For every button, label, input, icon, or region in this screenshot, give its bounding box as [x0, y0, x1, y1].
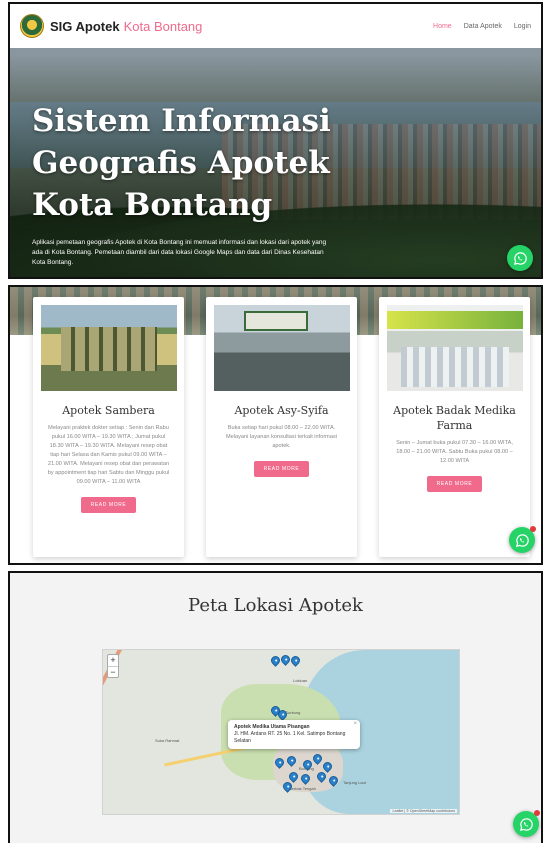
apotek-photo	[40, 305, 177, 391]
whatsapp-icon	[513, 251, 527, 265]
leaflet-map[interactable]: + − Loktuan Guntung Suka Rahmat Bontang …	[102, 649, 460, 815]
brand-name: SIG Apotek	[50, 18, 120, 34]
hero-panel: SIG Apotek Kota Bontang Home Data Apotek …	[8, 2, 543, 279]
apotek-card-sambera: Apotek Sambera Melayani praktek dokter s…	[33, 297, 184, 557]
whatsapp-icon	[515, 533, 529, 547]
map-label: Tanjung Laut	[343, 780, 366, 785]
brand-logo[interactable]: SIG Apotek Kota Bontang	[50, 19, 202, 34]
card-description: Melayani praktek dokter setiap : Senin d…	[47, 425, 170, 485]
apotek-cards-panel: Apotek Sambera Melayani praktek dokter s…	[8, 285, 543, 565]
card-description: Buka setiap hari pukul 08.00 – 22.00 WIT…	[226, 425, 337, 449]
popup-close-button[interactable]: ×	[353, 721, 357, 728]
map-panel: Peta Lokasi Apotek + − Loktuan Guntung S…	[8, 571, 543, 843]
map-label: Berbas Tengah	[289, 786, 316, 791]
card-title: Apotek Sambera	[62, 404, 155, 417]
map-zoom-control: + −	[107, 654, 119, 678]
card-title: Apotek Badak Medika Farma	[393, 404, 516, 432]
section-title: Peta Lokasi Apotek	[188, 595, 363, 616]
whatsapp-button[interactable]	[509, 526, 536, 553]
card-description: Senin – Jumat buka pukul 07.30 – 16.00 W…	[396, 440, 513, 464]
nav-login[interactable]: Login	[514, 23, 531, 30]
map-label: Loktuan	[293, 678, 308, 683]
brand-accent: Kota Bontang	[123, 18, 203, 34]
city-emblem-logo[interactable]	[20, 14, 44, 38]
apotek-photo	[213, 305, 350, 391]
read-more-button[interactable]: READ MORE	[80, 497, 137, 513]
map-attribution[interactable]: Leaflet | © OpenStreetMap contributors	[390, 809, 457, 813]
apotek-photo	[386, 305, 523, 391]
marker-popup: × Apotek Medika Utama Pisangan Jl. HM. A…	[228, 720, 360, 749]
popup-apotek-name: Apotek Medika Utama Pisangan	[234, 724, 310, 730]
navbar: SIG Apotek Kota Bontang Home Data Apotek …	[10, 4, 541, 48]
whatsapp-button[interactable]	[507, 245, 533, 271]
read-more-button[interactable]: READ MORE	[426, 476, 483, 492]
apotek-card-asy-syifa: Apotek Asy-Syifa Buka setiap hari pukul …	[206, 297, 357, 557]
hero-description: Aplikasi pemetaan geografis Apotek di Ko…	[32, 239, 327, 266]
zoom-in-button[interactable]: +	[108, 655, 118, 666]
zoom-out-button[interactable]: −	[108, 666, 118, 677]
apotek-marker[interactable]	[289, 654, 302, 667]
apotek-card-badak-medika-farma: Apotek Badak Medika Farma Senin – Jumat …	[379, 297, 530, 557]
notification-dot	[534, 810, 540, 816]
nav-links: Home Data Apotek Login	[433, 23, 531, 30]
read-more-button[interactable]: READ MORE	[253, 461, 310, 477]
whatsapp-button[interactable]	[513, 810, 540, 837]
hero-title: Sistem Informasi Geografis Apotek Kota B…	[32, 103, 331, 223]
card-title: Apotek Asy-Syifa	[234, 404, 329, 417]
nav-home[interactable]: Home	[433, 23, 452, 30]
nav-data-apotek[interactable]: Data Apotek	[464, 23, 502, 30]
popup-address: Jl. HM. Ardans RT. 25 No. 1 Kel. Satimpo…	[234, 731, 346, 744]
notification-dot	[530, 526, 536, 532]
map-label: Suka Rahmat	[155, 738, 180, 743]
whatsapp-icon	[519, 817, 533, 831]
